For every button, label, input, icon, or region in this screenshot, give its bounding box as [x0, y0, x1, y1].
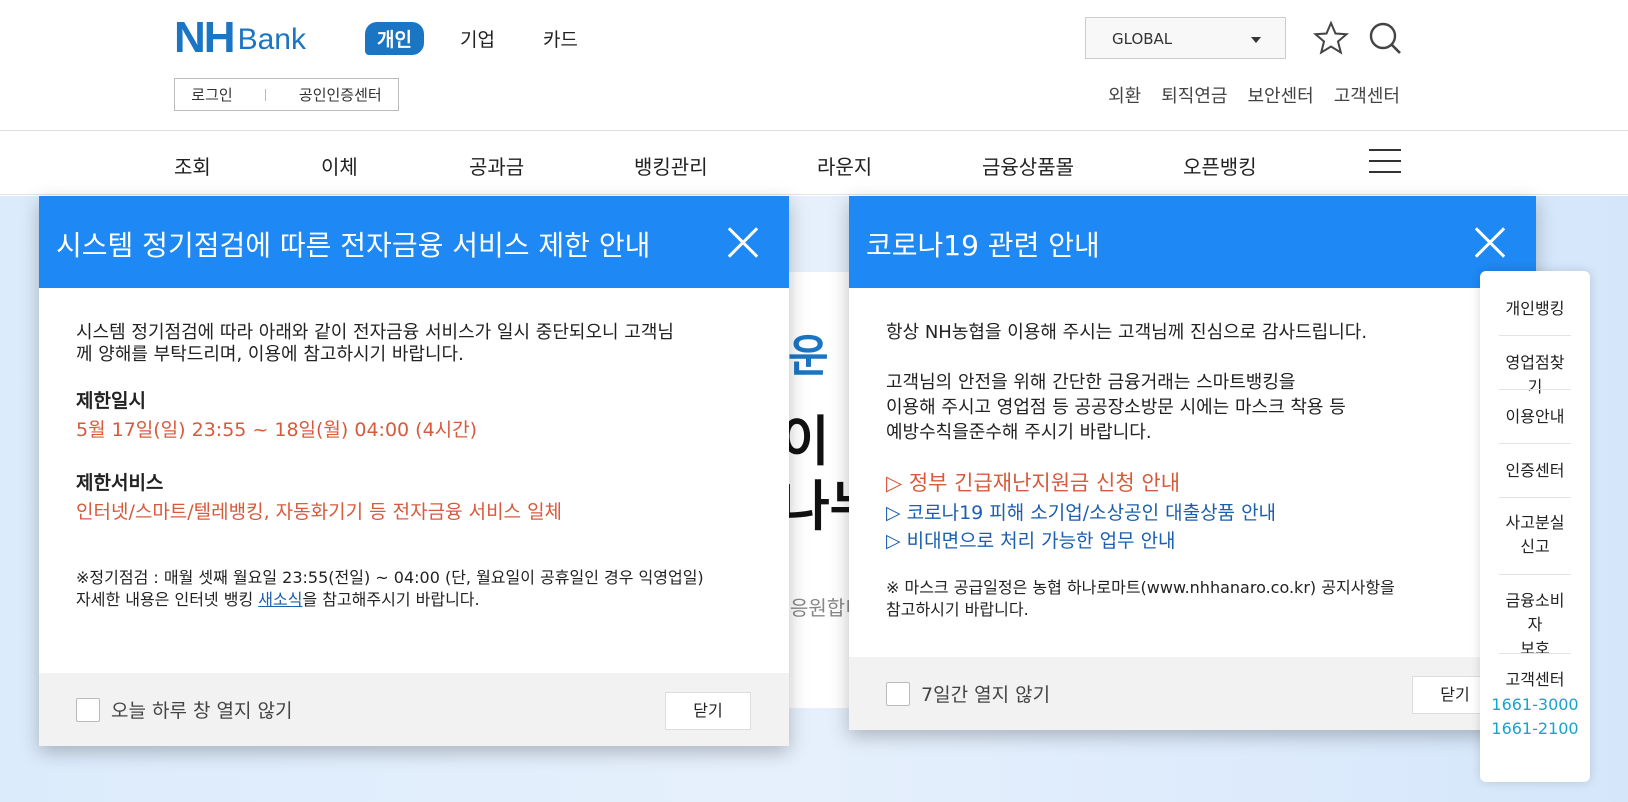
cert-center-link[interactable]: 공인인증센터: [299, 84, 382, 105]
popup-footer: 오늘 하루 창 열지 않기 닫기: [39, 673, 789, 746]
thanks-line: 항상 NH농협을 이용해 주시는 고객님께 진심으로 감사드립니다.: [886, 322, 1368, 343]
util-pension[interactable]: 퇴직연금: [1161, 82, 1227, 108]
caret-down-icon: [1251, 37, 1261, 43]
mask-note: ※ 마스크 공급일정은 농협 하나로마트(www.nhhanaro.co.kr)…: [886, 577, 1395, 621]
tab-card[interactable]: 카드: [531, 22, 590, 55]
login-link[interactable]: 로그인: [191, 84, 232, 105]
nav-banking-mgmt[interactable]: 뱅킹관리: [634, 151, 708, 180]
loan-product-link[interactable]: ▷ 코로나19 피해 소기업/소상공인 대출상품 안내: [886, 502, 1276, 524]
nav-transfer[interactable]: 이체: [321, 151, 358, 180]
utility-links: 외환 퇴직연금 보안센터 고객센터: [1108, 82, 1400, 108]
maintenance-note: ※정기점검 : 매월 셋째 월요일 23:55(전일) ~ 04:00 (단, …: [76, 567, 704, 611]
news-link[interactable]: 새소식: [258, 590, 302, 609]
popup-header: 시스템 정기점검에 따른 전자금융 서비스 제한 안내: [39, 196, 789, 288]
covid-notice-popup: 코로나19 관련 안내 항상 NH농협을 이용해 주시는 고객님께 진심으로 감…: [849, 196, 1536, 730]
quick-cert-center[interactable]: 인증센터: [1499, 459, 1571, 483]
logo-nh-text: NH: [174, 13, 236, 62]
safety-line-3: 예방수칙을준수해 주시기 바랍니다.: [886, 422, 1152, 443]
maintenance-notice-popup: 시스템 정기점검에 따른 전자금융 서비스 제한 안내 시스템 정기점검에 따라…: [39, 196, 789, 746]
quick-divider: [1499, 389, 1571, 390]
checkbox[interactable]: [886, 681, 910, 706]
util-fx[interactable]: 외환: [1108, 82, 1141, 108]
loss-report-line-1: 사고분실: [1505, 513, 1565, 532]
loss-report-line-2: 신고: [1520, 537, 1550, 556]
logo-bank-text: Bank: [237, 23, 306, 56]
quick-branch-finder[interactable]: 영업점찾기: [1499, 351, 1571, 399]
tab-personal[interactable]: 개인: [365, 22, 424, 55]
consumer-protection-line-1: 금융소비자: [1505, 591, 1565, 634]
dont-show-7days[interactable]: 7일간 열지 않기: [886, 680, 1050, 707]
nav-lounge[interactable]: 라운지: [817, 151, 872, 180]
service-value: 인터넷/스마트/텔레뱅킹, 자동화기기 등 전자금융 서비스 일체: [76, 501, 563, 523]
global-select-value: GLOBAL: [1112, 30, 1173, 48]
auth-box: 로그인 공인인증센터: [174, 78, 399, 111]
popup-title: 코로나19 관련 안내: [866, 229, 1100, 262]
auth-divider: [265, 88, 267, 101]
note-suffix: 을 참고해주시기 바랍니다.: [302, 590, 480, 609]
safety-message: 고객님의 안전을 위해 간단한 금융거래는 스마트뱅킹을 이용해 주시고 영업점…: [886, 370, 1346, 445]
quick-personal-banking[interactable]: 개인뱅킹: [1499, 297, 1571, 321]
period-heading: 제한일시: [76, 390, 146, 412]
global-select[interactable]: GLOBAL: [1085, 17, 1286, 59]
hamburger-menu-icon[interactable]: [1369, 149, 1401, 177]
util-security[interactable]: 보안센터: [1248, 82, 1314, 108]
search-icon[interactable]: [1367, 20, 1403, 56]
popup-header: 코로나19 관련 안내: [849, 196, 1536, 288]
quick-loss-report[interactable]: 사고분실 신고: [1499, 511, 1571, 559]
phone-number-2[interactable]: 1661-2100: [1480, 719, 1590, 738]
quick-divider: [1499, 497, 1571, 498]
nh-bank-logo[interactable]: NH Bank: [174, 13, 306, 62]
consumer-protection-line-2: 보호: [1520, 639, 1550, 658]
safety-line-1: 고객님의 안전을 위해 간단한 금융거래는 스마트뱅킹을: [886, 372, 1296, 393]
popup-intro: 시스템 정기점검에 따라 아래와 같이 전자금융 서비스가 일시 중단되오니 고…: [76, 322, 674, 366]
note-prefix: 자세한 내용은 인터넷 뱅킹: [76, 590, 259, 609]
dont-show-today[interactable]: 오늘 하루 창 열지 않기: [76, 696, 292, 723]
note-line-2: 자세한 내용은 인터넷 뱅킹 새소식을 참고해주시기 바랍니다.: [76, 589, 704, 611]
main-nav: 조회 이체 공과금 뱅킹관리 라운지 금융상품몰 오픈뱅킹: [0, 131, 1628, 195]
contactless-link[interactable]: ▷ 비대면으로 처리 가능한 업무 안내: [886, 530, 1176, 552]
quick-divider: [1499, 443, 1571, 444]
quick-consumer-protection[interactable]: 금융소비자 보호: [1499, 589, 1571, 661]
star-icon[interactable]: [1313, 20, 1349, 56]
intro-line-2: 께 양해를 부탁드리며, 이용에 참고하시기 바랍니다.: [76, 344, 464, 365]
header: NH Bank 개인 기업 카드 로그인 공인인증센터 GLOBAL 외환 퇴직…: [0, 0, 1628, 131]
checkbox[interactable]: [76, 697, 100, 722]
popup-footer: 7일간 열지 않기 닫기: [849, 657, 1536, 730]
quick-divider: [1499, 574, 1571, 575]
nav-open-banking[interactable]: 오픈뱅킹: [1183, 151, 1257, 180]
quick-divider: [1499, 653, 1571, 654]
nav-utility-bills[interactable]: 공과금: [469, 151, 524, 180]
popup-title: 시스템 정기점검에 따른 전자금융 서비스 제한 안내: [56, 229, 651, 262]
banner-text-1: 운: [788, 331, 829, 382]
mask-note-line-1: ※ 마스크 공급일정은 농협 하나로마트(www.nhhanaro.co.kr)…: [886, 578, 1395, 597]
quick-guide[interactable]: 이용안내: [1499, 405, 1571, 429]
quick-divider: [1499, 335, 1571, 336]
emergency-fund-link[interactable]: ▷ 정부 긴급재난지원금 신청 안내: [886, 472, 1180, 494]
close-button[interactable]: 닫기: [665, 692, 751, 730]
close-icon[interactable]: [1474, 226, 1506, 258]
quick-menu: 개인뱅킹 영업점찾기 이용안내 인증센터 사고분실 신고 금융소비자 보호 고객…: [1480, 271, 1590, 782]
note-line-1: ※정기점검 : 매월 셋째 월요일 23:55(전일) ~ 04:00 (단, …: [76, 568, 704, 587]
safety-line-2: 이용해 주시고 영업점 등 공공장소방문 시에는 마스크 착용 등: [886, 397, 1346, 418]
service-heading: 제한서비스: [76, 472, 164, 494]
nav-product-mall[interactable]: 금융상품몰: [982, 151, 1074, 180]
phone-number-1[interactable]: 1661-3000: [1480, 695, 1590, 714]
period-value: 5월 17일(일) 23:55 ~ 18일(월) 04:00 (4시간): [76, 419, 478, 441]
checkbox-label: 7일간 열지 않기: [921, 684, 1051, 706]
checkbox-label: 오늘 하루 창 열지 않기: [111, 700, 293, 722]
close-icon[interactable]: [727, 226, 759, 258]
mask-note-line-2: 참고하시기 바랍니다.: [886, 600, 1029, 619]
customer-type-tabs: 개인 기업 카드: [365, 22, 590, 55]
util-customer[interactable]: 고객센터: [1334, 82, 1400, 108]
nav-inquiry[interactable]: 조회: [174, 151, 211, 180]
quick-customer-center: 고객센터: [1505, 670, 1565, 689]
intro-line-1: 시스템 정기점검에 따라 아래와 같이 전자금융 서비스가 일시 중단되오니 고…: [76, 322, 674, 343]
tab-business[interactable]: 기업: [448, 22, 507, 55]
